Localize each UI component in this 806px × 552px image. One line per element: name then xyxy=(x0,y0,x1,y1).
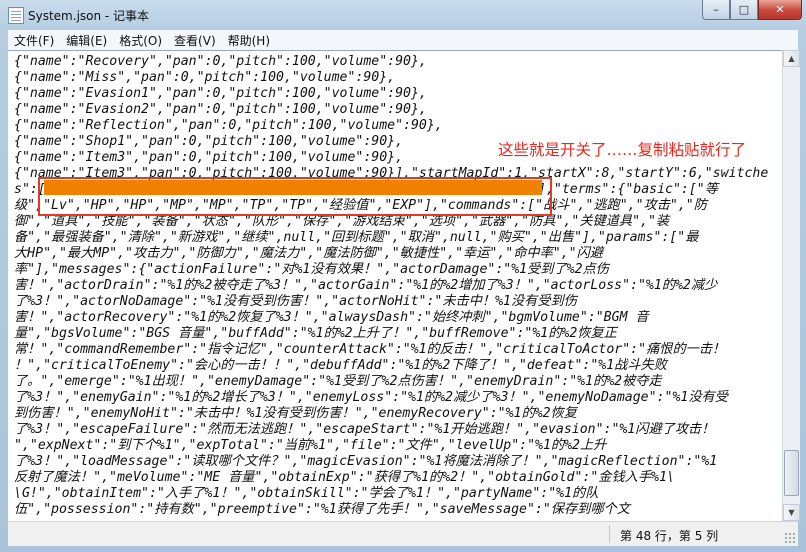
text-line: 到伤害！","enemyNoHit":"未击中！%1没有受到伤害！","enem… xyxy=(14,406,577,421)
window-title: System.json - 记事本 xyxy=(28,9,150,23)
vertical-scrollbar[interactable]: ▲ ▼ xyxy=(782,50,800,521)
menu-bar: 文件(F) 编辑(E) 格式(O) 查看(V) 帮助(H) xyxy=(8,30,798,50)
text-line: 大HP","最大MP","攻击力","防御力","魔法力","魔法防御","敏捷… xyxy=(14,246,603,261)
text-line: ","expNext":"到下个%1","expTotal":"当前%1","f… xyxy=(14,438,607,453)
menu-help[interactable]: 帮助(H) xyxy=(222,32,276,49)
status-bar: 第 48 行，第 5 列 xyxy=(8,521,798,546)
menu-edit[interactable]: 编辑(E) xyxy=(60,32,113,49)
menu-format[interactable]: 格式(O) xyxy=(113,32,168,49)
text-line: 了。","emerge":"%1出现！","enemyDamage":"%1受到… xyxy=(14,374,662,389)
text-line: 备","最强装备","清除","新游戏","继续",null,"回到标题","取… xyxy=(14,230,699,245)
text-line: {"name":"Item3","pan":0,"pitch":100,"vol… xyxy=(14,150,404,165)
text-line: 常！","commandRemember":"指令记忆","counterAtt… xyxy=(14,342,726,357)
scroll-down-icon[interactable]: ▼ xyxy=(783,504,800,521)
annotation-box xyxy=(38,177,552,216)
notepad-icon xyxy=(8,7,24,24)
text-line: {"name":"Recovery","pan":0,"pitch":100,"… xyxy=(14,54,427,69)
notepad-window: System.json - 记事本 – □ ✕ 文件(F) 编辑(E) 格式(O… xyxy=(0,0,806,552)
text-line: 了%3！","enemyGain":"%1的%2增长了%3！","enemyLo… xyxy=(14,390,728,405)
text-line: {"name":"Miss","pan":0,"pitch":100,"volu… xyxy=(14,70,396,85)
scroll-up-icon[interactable]: ▲ xyxy=(783,50,800,67)
text-line: 御","道具","技能","装备","状态","队形","保存","游戏结束",… xyxy=(14,214,670,229)
menu-view[interactable]: 查看(V) xyxy=(168,32,222,49)
text-line: 伍","possession":"持有数","preemptive":"%1获得… xyxy=(14,502,630,517)
close-button[interactable]: ✕ xyxy=(758,0,802,20)
text-line: 害！","actorDrain":"%1的%2被夺走了%3！","actorGa… xyxy=(14,278,718,293)
text-line: 量","bgsVolume":"BGS 音量","buffAdd":"%1的%2… xyxy=(14,326,617,341)
window-controls: – □ ✕ xyxy=(702,0,802,20)
cursor-position: 第 48 行，第 5 列 xyxy=(620,529,719,543)
text-line: {"name":"Evasion1","pan":0,"pitch":100,"… xyxy=(14,86,427,101)
text-line: 了%3！","escapeFailure":"然而无法逃跑！","escapeS… xyxy=(14,422,715,437)
text-line: 了%3！","loadMessage":"读取哪个文件？","magicEvas… xyxy=(14,454,718,469)
text-line: {"name":"Shop1","pan":0,"pitch":100,"vol… xyxy=(14,134,404,149)
text-line: \G!","obtainItem":"入手了%1！","obtainSkill"… xyxy=(14,486,599,501)
text-line: 了%3！","actorNoDamage":"%1没有受到伤害！","actor… xyxy=(14,294,577,309)
text-line: ！","criticalToEnemy":"会心的一击！！","debuffAd… xyxy=(14,358,667,373)
text-line: 害！","actorRecovery":"%1的%2恢复了%3！","alway… xyxy=(14,310,649,325)
text-line: 率"],"messages":{"actionFailure":"对%1没有效果… xyxy=(14,262,609,277)
title-bar[interactable]: System.json - 记事本 – □ ✕ xyxy=(0,0,806,30)
text-line: {"name":"Reflection","pan":0,"pitch":100… xyxy=(14,118,443,133)
text-line: {"name":"Evasion2","pan":0,"pitch":100,"… xyxy=(14,102,427,117)
text-editor[interactable]: {"name":"Recovery","pan":0,"pitch":100,"… xyxy=(8,50,782,522)
maximize-button[interactable]: □ xyxy=(730,0,758,20)
scroll-thumb[interactable] xyxy=(784,450,799,496)
annotation-text: 这些就是开关了……复制粘贴就行了 xyxy=(498,141,747,159)
resize-grip-icon[interactable] xyxy=(784,532,796,544)
status-divider xyxy=(609,525,610,543)
menu-file[interactable]: 文件(F) xyxy=(8,32,60,49)
text-line: 反射了魔法！","meVolume":"ME 音量","obtainExp":"… xyxy=(14,470,675,485)
minimize-button[interactable]: – xyxy=(702,0,730,20)
